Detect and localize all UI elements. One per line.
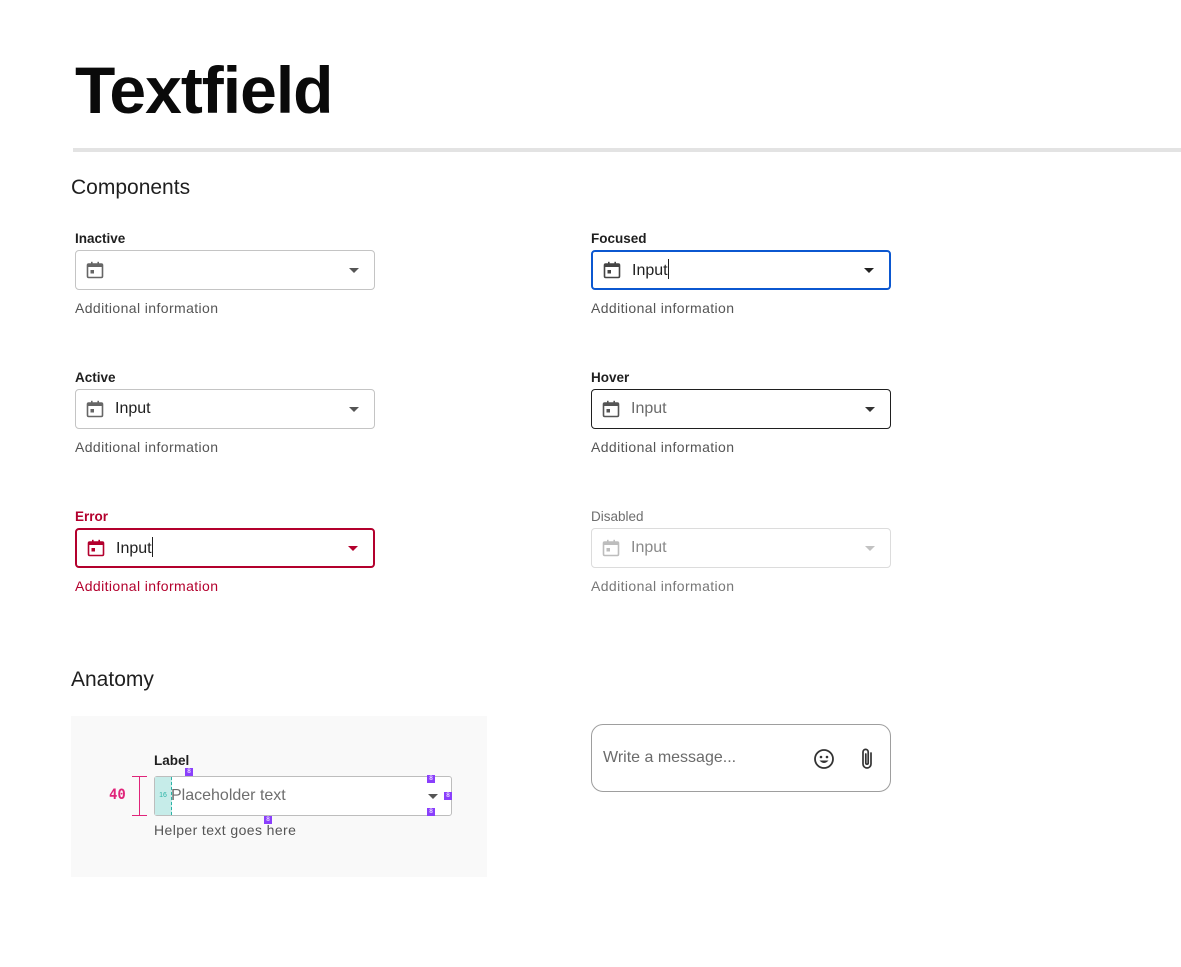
spacing-marker: 8 [427, 775, 435, 783]
height-dimension-line [139, 776, 140, 816]
input-text: Input [632, 262, 668, 279]
helper-text: Additional information [75, 300, 219, 316]
caret-down-icon[interactable] [349, 406, 359, 412]
text-cursor [151, 537, 153, 557]
textfield-active: Active Input Additional information [75, 369, 375, 456]
calendar-icon[interactable] [601, 399, 621, 419]
attach-icon[interactable] [859, 747, 875, 771]
caret-down-icon[interactable] [349, 267, 359, 273]
height-dimension-cap [132, 815, 147, 816]
calendar-icon[interactable] [85, 260, 105, 280]
input-value: Input [116, 537, 348, 559]
caret-down-icon[interactable] [348, 545, 358, 551]
textfield-hover: Hover Input Additional information [591, 369, 891, 456]
helper-text: Additional information [591, 439, 735, 455]
input-text: Input [116, 540, 152, 557]
helper-text: Additional information [591, 578, 735, 594]
inactive-input[interactable] [75, 250, 375, 290]
helper-text: Additional information [75, 578, 219, 594]
calendar-icon [601, 538, 621, 558]
caret-down-icon[interactable] [865, 406, 875, 412]
disabled-input: Input [591, 528, 891, 568]
helper-text: Additional information [591, 300, 735, 316]
caret-down-icon [865, 545, 875, 551]
field-label: Inactive [75, 231, 126, 246]
caret-down-icon [428, 794, 438, 799]
text-cursor [667, 259, 669, 279]
field-label: Hover [591, 370, 630, 385]
input-value: Input [115, 400, 151, 417]
caret-down-icon[interactable] [864, 267, 874, 273]
calendar-icon[interactable] [85, 399, 105, 419]
field-label: Focused [591, 231, 647, 246]
message-placeholder[interactable]: Write a message... [603, 749, 736, 767]
helper-text: Additional information [75, 439, 219, 455]
title-divider [73, 148, 1181, 152]
input-value: Input [632, 259, 864, 281]
textfield-disabled: Disabled Input Additional information [591, 508, 891, 595]
height-dimension-label: 40 [109, 787, 126, 803]
emoji-icon[interactable] [813, 748, 835, 770]
components-heading: Components [71, 176, 191, 199]
focused-input[interactable]: Input [591, 250, 891, 290]
calendar-icon[interactable] [86, 538, 106, 558]
input-value: Input [631, 400, 667, 417]
active-input[interactable]: Input [75, 389, 375, 429]
error-input[interactable]: Input [75, 528, 375, 568]
padding-marker: 16 [155, 777, 172, 815]
spacing-marker: 8 [427, 808, 435, 816]
input-value: Input [631, 539, 667, 556]
field-label: Error [75, 509, 109, 524]
anatomy-input: 16 Placeholder text [154, 776, 452, 816]
hover-input[interactable]: Input [591, 389, 891, 429]
textfield-error: Error Input Additional information [75, 508, 375, 595]
field-label: Disabled [591, 509, 644, 524]
textfield-inactive: Inactive Additional information [75, 230, 375, 317]
height-dimension-cap [132, 776, 147, 777]
field-label: Active [75, 370, 116, 385]
placeholder-text: Placeholder text [171, 787, 286, 804]
page-title: Textfield [75, 53, 333, 127]
spacing-marker: 8 [444, 792, 452, 800]
anatomy-helper-text: Helper text goes here [154, 822, 297, 838]
anatomy-heading: Anatomy [71, 668, 154, 691]
textfield-focused: Focused Input Additional information [591, 230, 891, 317]
calendar-icon[interactable] [602, 260, 622, 280]
spacing-marker: 8 [185, 768, 193, 776]
anatomy-label: Label [154, 753, 190, 768]
message-field[interactable]: Write a message... [591, 724, 891, 792]
